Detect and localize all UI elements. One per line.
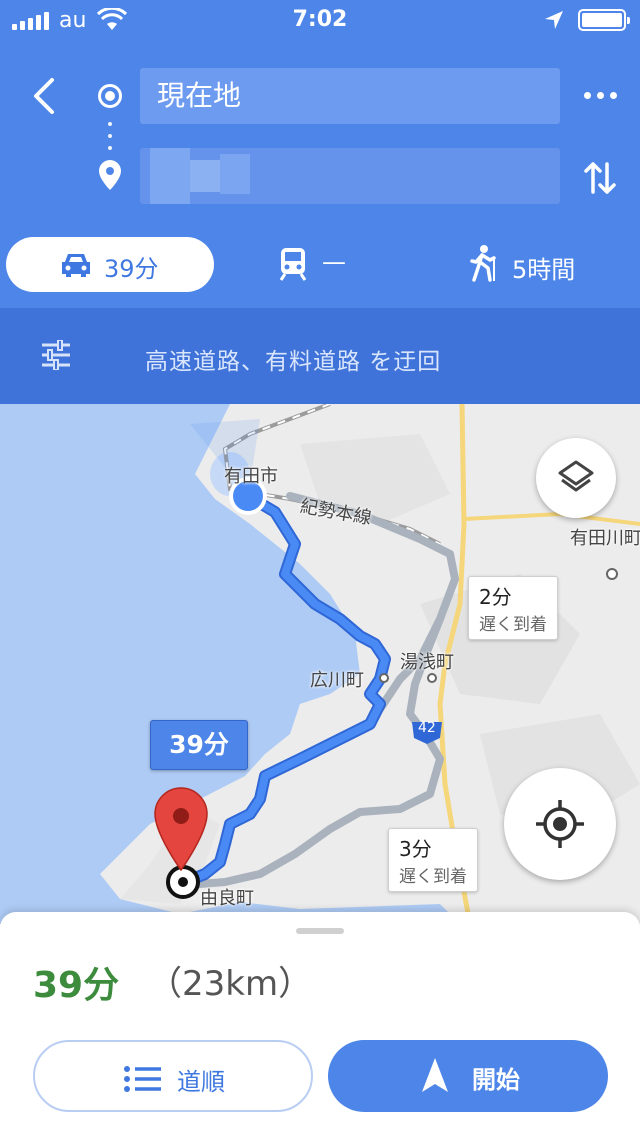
alt-route-1-note: 遅く到着 xyxy=(479,615,547,635)
destination-input[interactable] xyxy=(140,148,560,204)
alt-route-callout-2[interactable]: 3分 遅く到着 xyxy=(388,828,478,892)
alt-route-2-note: 遅く到着 xyxy=(399,867,467,887)
origin-input[interactable]: 現在地 xyxy=(140,68,560,124)
steps-button[interactable]: 道順 xyxy=(33,1040,313,1112)
my-location-button[interactable] xyxy=(504,768,616,880)
map-label-yura: 由良町 xyxy=(200,888,254,909)
mode-transit-tab[interactable]: — xyxy=(276,244,366,288)
walk-icon xyxy=(470,245,496,282)
map-label-arida-river: 有田川町 xyxy=(570,528,640,549)
blurred-text xyxy=(150,148,190,204)
alt-route-2-time: 3分 xyxy=(399,837,432,861)
alt-route-1-time: 2分 xyxy=(479,585,512,609)
train-icon xyxy=(279,248,307,281)
status-bar: au 7:02 xyxy=(0,0,640,42)
swap-icon[interactable] xyxy=(582,156,618,200)
transit-duration: — xyxy=(322,248,346,276)
drive-duration: 39分 xyxy=(104,255,159,283)
mode-walk-tab[interactable]: 5時間 xyxy=(466,244,606,288)
navigation-arrow-icon xyxy=(422,1058,448,1092)
more-icon[interactable] xyxy=(582,80,622,110)
mode-drive-tab[interactable]: 39分 xyxy=(6,237,214,292)
map-label-hirogawa: 広川町 xyxy=(310,670,364,691)
layers-button[interactable] xyxy=(536,438,616,518)
walk-duration: 5時間 xyxy=(512,256,576,284)
route-options-label: 高速道路、有料道路 を迂回 xyxy=(145,349,442,375)
route-summary-sheet[interactable]: 39分 （23km） 道順 開始 xyxy=(0,912,640,1136)
back-icon[interactable] xyxy=(22,74,66,118)
my-location-icon xyxy=(536,800,584,848)
alt-route-callout-1[interactable]: 2分 遅く到着 xyxy=(468,576,558,640)
route-duration: 39分 xyxy=(33,965,120,1006)
steps-button-label: 道順 xyxy=(177,1068,225,1096)
list-icon xyxy=(124,1066,161,1092)
route-connector-dots xyxy=(108,122,112,158)
main-route-label[interactable]: 39分 xyxy=(150,720,248,770)
destination-pin-icon xyxy=(99,160,121,190)
battery-icon xyxy=(578,9,630,31)
map-view[interactable]: 有田市 紀勢本線 有田川町 湯浅町 広川町 由良町 42 2分 遅く到着 3分 … xyxy=(0,404,640,924)
start-navigation-button[interactable]: 開始 xyxy=(328,1040,608,1112)
car-icon xyxy=(62,254,90,277)
start-button-label: 開始 xyxy=(472,1066,520,1094)
layers-icon xyxy=(558,460,594,492)
directions-header: au 7:02 現在地 39分 — 5時間 xyxy=(0,0,640,308)
map-label-yuasa: 湯浅町 xyxy=(400,652,454,673)
map-label-city: 有田市 xyxy=(224,466,278,487)
route-distance: （23km） xyxy=(148,964,313,1004)
origin-icon xyxy=(98,84,122,108)
sheet-drag-handle[interactable] xyxy=(296,928,344,934)
tune-icon[interactable] xyxy=(40,340,72,370)
location-arrow-icon xyxy=(545,11,563,29)
route-number-42: 42 xyxy=(418,720,436,736)
